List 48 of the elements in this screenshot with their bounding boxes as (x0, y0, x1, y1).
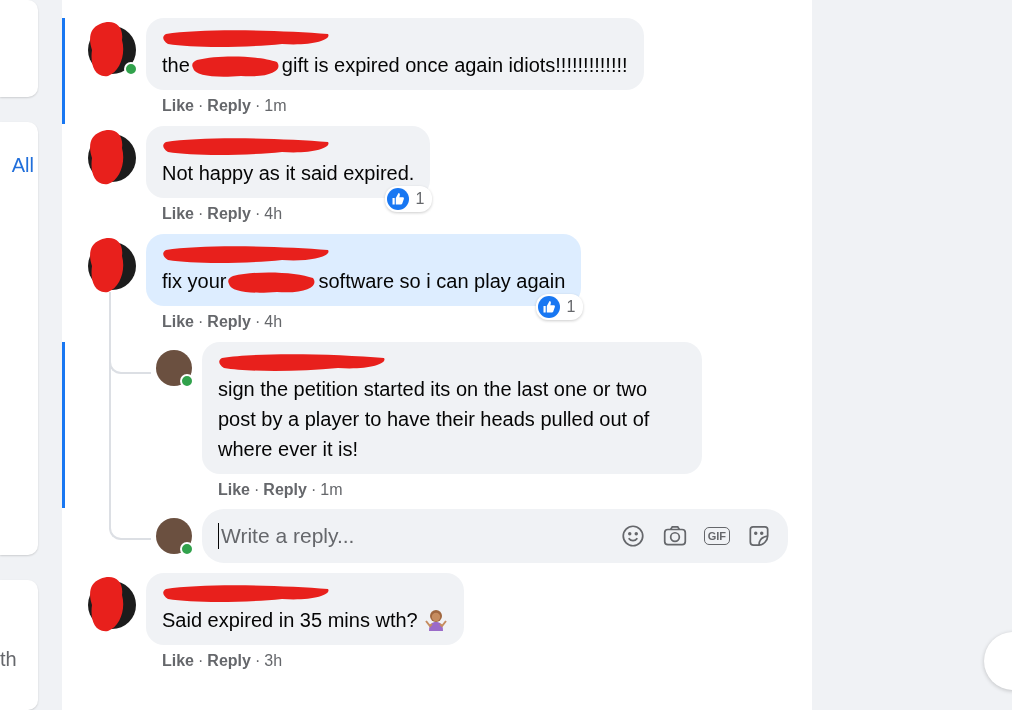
separator-dot: · (254, 96, 261, 116)
comment-time: 4h (264, 312, 283, 332)
comment-text: the (162, 54, 190, 76)
separator-dot: · (254, 204, 261, 224)
separator-dot: · (254, 312, 261, 332)
comment-text: fix your (162, 270, 227, 292)
comment-time: 3h (264, 651, 283, 671)
see-all-link[interactable]: All (11, 154, 34, 177)
thumbs-up-icon (387, 188, 410, 210)
comment-text: sign the petition started its on the last one or two post by a player to have their heads pulled out of where ever it is! (218, 378, 650, 460)
comment-time: 4h (264, 204, 283, 224)
separator-dot: · (198, 312, 204, 332)
reaction-count: 1 (415, 190, 425, 208)
comment-action-link[interactable]: Reply (207, 312, 251, 332)
comment-text: gift is expired once again idiots!!!!!!!!!!!!! (281, 54, 628, 76)
separator-dot: · (310, 480, 317, 500)
separator-dot: · (198, 96, 204, 116)
comment-action-link[interactable]: Like (162, 96, 194, 116)
separator-dot: · (198, 204, 204, 224)
comment-text: software so i can play again (318, 270, 566, 292)
comment-action-link[interactable]: Reply (263, 480, 307, 500)
comment-text: Said expired in 35 mins wth? (162, 609, 418, 631)
separator-dot: · (198, 651, 204, 671)
comment-action-link[interactable]: Reply (207, 651, 251, 671)
comment-action-link[interactable]: Like (162, 312, 194, 332)
thread-connector (109, 510, 151, 540)
comment-text: Not happy as it said expired. (162, 162, 415, 184)
comment-time: 1m (320, 480, 343, 500)
reaction-badge[interactable]: 1 (385, 186, 433, 212)
thumbs-up-icon (538, 296, 561, 318)
reaction-count: 1 (566, 298, 576, 316)
gif-button[interactable]: GIF (703, 527, 730, 545)
separator-dot: · (254, 651, 261, 671)
reply-field[interactable]: Write a reply... GIF (202, 509, 788, 563)
cut-off-text: th (0, 648, 17, 671)
comment-action-link[interactable]: Like (162, 651, 194, 671)
smiley-icon[interactable] (619, 523, 646, 549)
comment-action-link[interactable]: Reply (207, 96, 251, 116)
comment-action-link[interactable]: Reply (207, 204, 251, 224)
camera-icon[interactable] (661, 523, 688, 549)
comment-time: 1m (264, 96, 287, 116)
shrugging-person-icon (423, 607, 448, 631)
reaction-badge[interactable]: 1 (536, 294, 584, 320)
comment-action-link[interactable]: Like (218, 480, 250, 500)
reply-input[interactable]: Write a reply... (218, 523, 604, 549)
separator-dot: · (254, 480, 260, 500)
comment-action-link[interactable]: Like (162, 204, 194, 224)
sticker-icon[interactable] (746, 523, 772, 549)
